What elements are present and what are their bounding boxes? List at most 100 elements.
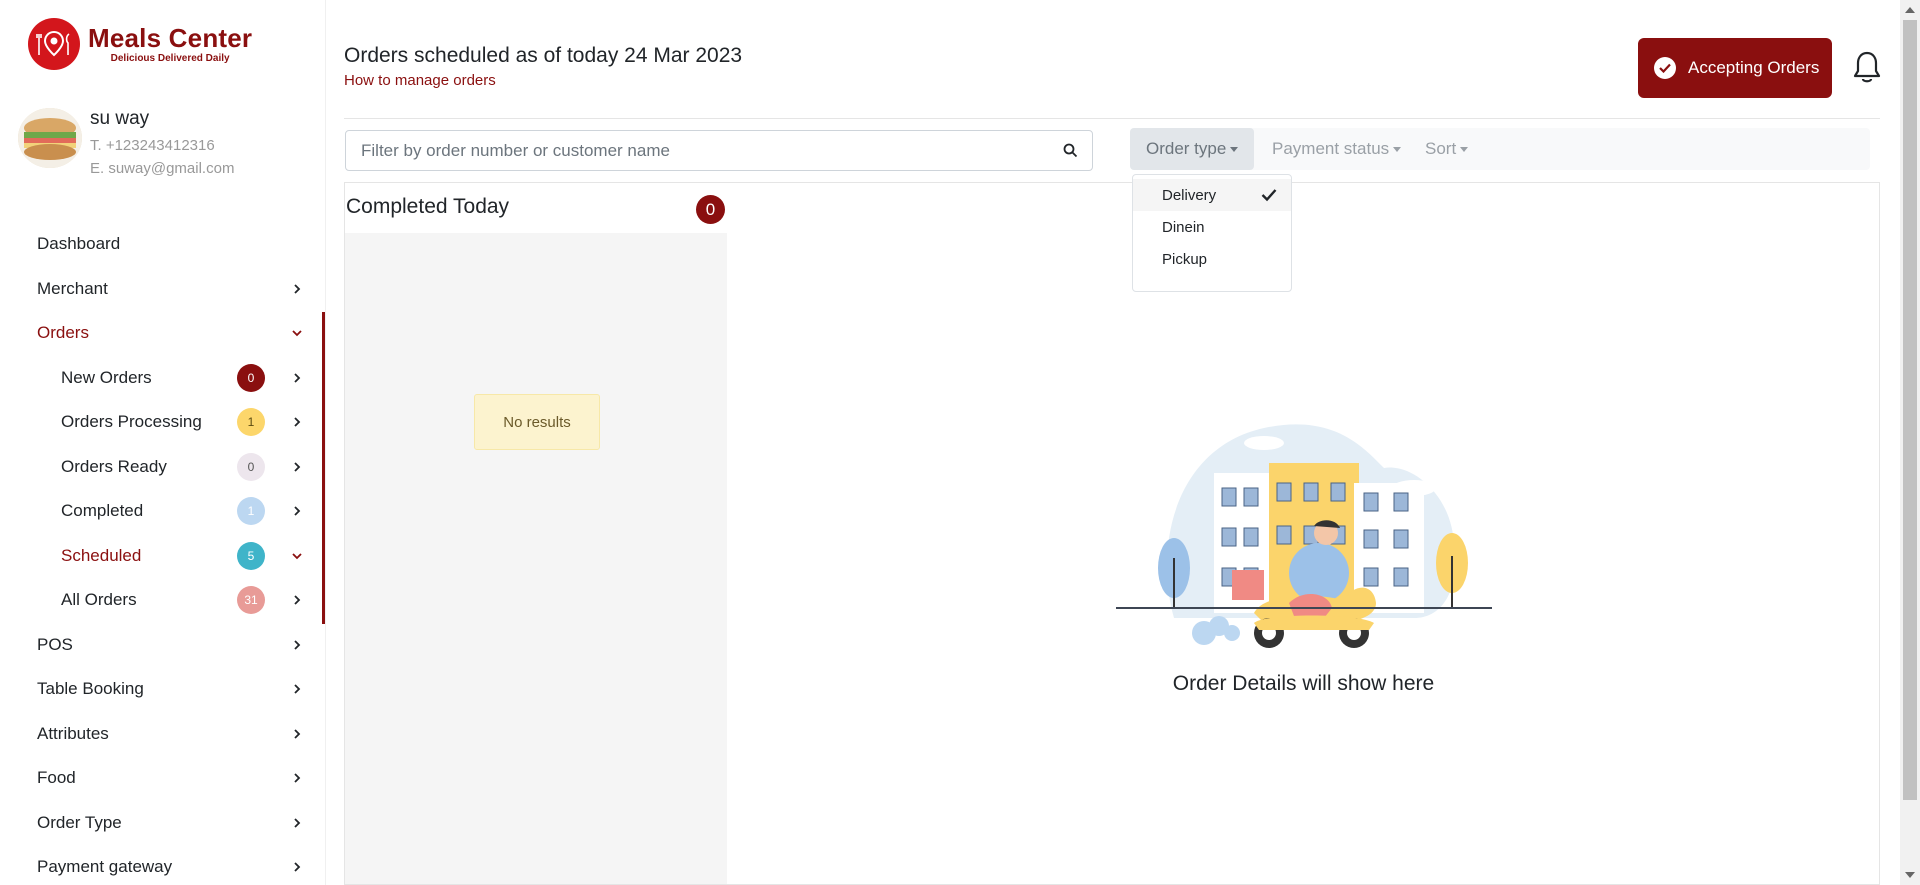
header-divider <box>344 118 1880 119</box>
order-type-option-pickup[interactable]: Pickup <box>1133 243 1291 275</box>
chevron-right-icon <box>294 284 301 294</box>
chevron-right-icon <box>294 462 301 472</box>
chevron-right-icon <box>294 417 301 427</box>
sidebar-item-label: Orders <box>37 323 89 343</box>
order-type-option-dinein[interactable]: Dinein <box>1133 211 1291 243</box>
sidebar-item-label: Scheduled <box>61 545 142 565</box>
count-badge: 31 <box>237 586 265 615</box>
sidebar-item-label: Order Type <box>37 812 122 832</box>
count-badge: 1 <box>237 497 265 526</box>
sidebar-item-orders-processing[interactable]: Orders Processing 1 <box>0 400 326 445</box>
check-circle-icon <box>1654 57 1676 79</box>
count-badge: 0 <box>237 363 265 392</box>
search-input[interactable] <box>361 139 1011 163</box>
chevron-down-icon <box>292 553 302 560</box>
logo-icon <box>28 18 80 70</box>
chevron-right-icon <box>294 506 301 516</box>
search-icon[interactable] <box>1063 143 1078 158</box>
chevron-right-icon <box>294 595 301 605</box>
scroll-down-icon[interactable] <box>1905 872 1915 878</box>
sidebar-item-payment-gateway[interactable]: Payment gateway <box>0 845 326 885</box>
sidebar-item-attributes[interactable]: Attributes <box>0 712 326 757</box>
page-scrollbar[interactable] <box>1900 0 1920 885</box>
caret-down-icon <box>1230 146 1239 152</box>
sidebar-item-label: Table Booking <box>37 679 144 699</box>
sidebar-item-label: Attributes <box>37 723 109 743</box>
payment-status-label: Payment status <box>1272 139 1390 158</box>
user-email: E. suway@gmail.com <box>90 160 235 177</box>
accepting-orders-button[interactable]: Accepting Orders <box>1638 38 1832 98</box>
how-to-manage-link[interactable]: How to manage orders <box>344 72 496 89</box>
sidebar-item-orders[interactable]: Orders <box>0 311 326 356</box>
sidebar-item-label: Dashboard <box>37 234 121 254</box>
sidebar-item-label: Orders Ready <box>61 456 167 476</box>
filter-bar: Order type Payment status Sort <box>1130 128 1870 170</box>
caret-down-icon <box>1460 146 1469 152</box>
sidebar-item-label: New Orders <box>61 367 152 387</box>
chevron-right-icon <box>294 684 301 694</box>
sidebar-item-label: Merchant <box>37 278 108 298</box>
brand-subtitle: Delicious Delivered Daily <box>110 53 230 64</box>
count-badge: 1 <box>237 408 265 437</box>
sidebar-item-merchant[interactable]: Merchant <box>0 267 326 312</box>
option-label: Dinein <box>1162 218 1205 236</box>
sidebar-nav: Dashboard Merchant Orders New Orders 0 O… <box>0 222 326 885</box>
sidebar: Meals Center Delicious Delivered Daily s… <box>0 0 326 885</box>
sidebar-item-order-type[interactable]: Order Type <box>0 801 326 846</box>
sidebar-item-pos[interactable]: POS <box>0 623 326 668</box>
sidebar-item-label: Completed <box>61 501 144 521</box>
order-details-placeholder: Order Details will show here <box>1172 672 1435 695</box>
payment-status-dropdown-button[interactable]: Payment status <box>1256 128 1417 170</box>
search-box <box>345 130 1093 171</box>
sidebar-item-all-orders[interactable]: All Orders 31 <box>0 578 326 623</box>
chevron-right-icon <box>294 729 301 739</box>
chevron-right-icon <box>294 862 301 872</box>
completed-today-count-badge: 0 <box>696 195 725 224</box>
order-type-dropdown-menu: Delivery Dinein Pickup <box>1132 174 1292 292</box>
sidebar-item-scheduled[interactable]: Scheduled 5 <box>0 534 326 579</box>
completed-today-title: Completed Today <box>346 195 510 218</box>
scrollbar-thumb[interactable] <box>1903 20 1917 800</box>
sidebar-item-dashboard[interactable]: Dashboard <box>0 222 326 267</box>
page-title: Orders scheduled as of today 24 Mar 2023 <box>344 44 743 67</box>
completed-today-header: Completed Today 0 <box>345 183 727 233</box>
count-badge: 0 <box>237 452 265 481</box>
sort-dropdown-button[interactable]: Sort <box>1409 128 1484 170</box>
check-icon <box>1261 189 1277 202</box>
order-type-dropdown-button[interactable]: Order type <box>1130 128 1255 170</box>
order-type-option-delivery[interactable]: Delivery <box>1133 179 1291 211</box>
chevron-right-icon <box>294 640 301 650</box>
user-name: su way <box>90 108 150 129</box>
sidebar-item-new-orders[interactable]: New Orders 0 <box>0 356 326 401</box>
count-badge: 5 <box>237 541 265 570</box>
brand-logo[interactable]: Meals Center Delicious Delivered Daily <box>28 18 252 70</box>
sidebar-item-table-booking[interactable]: Table Booking <box>0 667 326 712</box>
sidebar-item-label: POS <box>37 634 73 654</box>
sidebar-item-food[interactable]: Food <box>0 756 326 801</box>
scroll-up-icon[interactable] <box>1905 7 1915 13</box>
sort-label: Sort <box>1425 139 1457 158</box>
sidebar-item-orders-ready[interactable]: Orders Ready 0 <box>0 445 326 490</box>
sidebar-item-completed[interactable]: Completed 1 <box>0 489 326 534</box>
no-results-message: No results <box>474 394 600 450</box>
sidebar-item-label: All Orders <box>61 590 137 610</box>
user-phone: T. +123243412316 <box>90 137 215 154</box>
delivery-scooter-illustration <box>1116 424 1492 648</box>
sidebar-item-label: Orders Processing <box>61 412 202 432</box>
chevron-right-icon <box>294 818 301 828</box>
order-type-label: Order type <box>1146 139 1227 158</box>
accepting-orders-label: Accepting Orders <box>1688 58 1820 77</box>
chevron-right-icon <box>294 373 301 383</box>
option-label: Delivery <box>1162 186 1217 204</box>
chevron-down-icon <box>292 330 302 337</box>
app-root: Meals Center Delicious Delivered Daily s… <box>0 0 1920 885</box>
bell-icon[interactable] <box>1852 50 1882 84</box>
caret-down-icon <box>1393 146 1402 152</box>
sidebar-item-label: Food <box>37 768 76 788</box>
option-label: Pickup <box>1162 250 1208 268</box>
sidebar-item-label: Payment gateway <box>37 857 173 877</box>
brand-title: Meals Center <box>88 23 253 53</box>
avatar[interactable] <box>18 108 82 168</box>
user-profile: su way T. +123243412316 E. suway@gmail.c… <box>18 108 234 177</box>
chevron-right-icon <box>294 773 301 783</box>
